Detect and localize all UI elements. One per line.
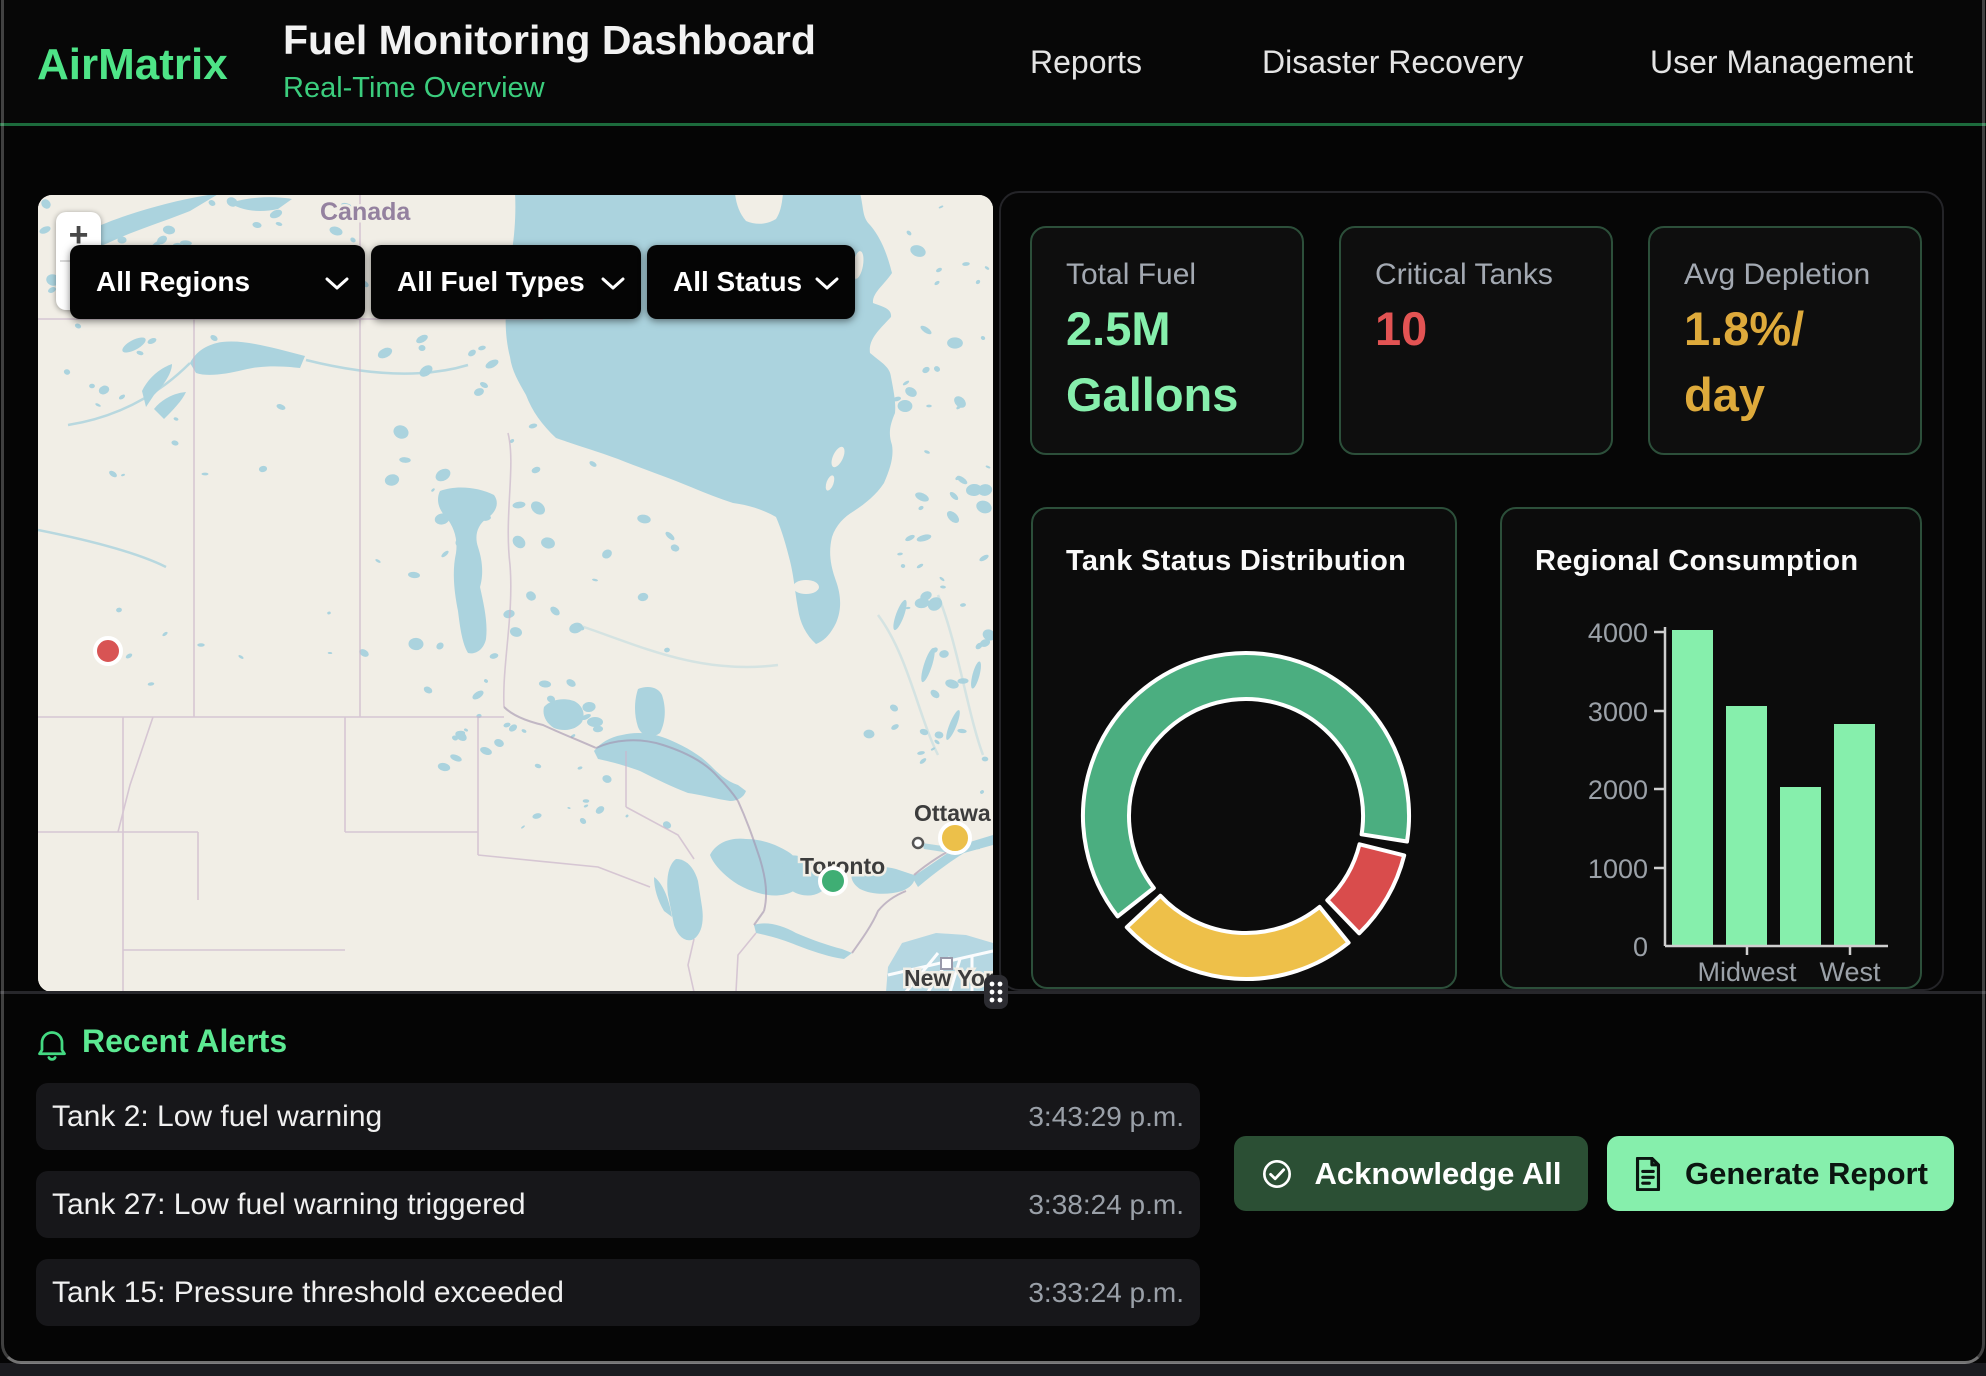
- svg-text:Midwest: Midwest: [1697, 957, 1797, 987]
- svg-text:New York: New York: [904, 965, 993, 991]
- svg-text:1000: 1000: [1588, 854, 1648, 884]
- svg-text:3000: 3000: [1588, 697, 1648, 727]
- svg-text:Canada: Canada: [320, 198, 411, 226]
- svg-text:2000: 2000: [1588, 775, 1648, 805]
- svg-text:0: 0: [1633, 932, 1648, 962]
- svg-text:West: West: [1819, 957, 1881, 987]
- svg-text:4000: 4000: [1588, 618, 1648, 648]
